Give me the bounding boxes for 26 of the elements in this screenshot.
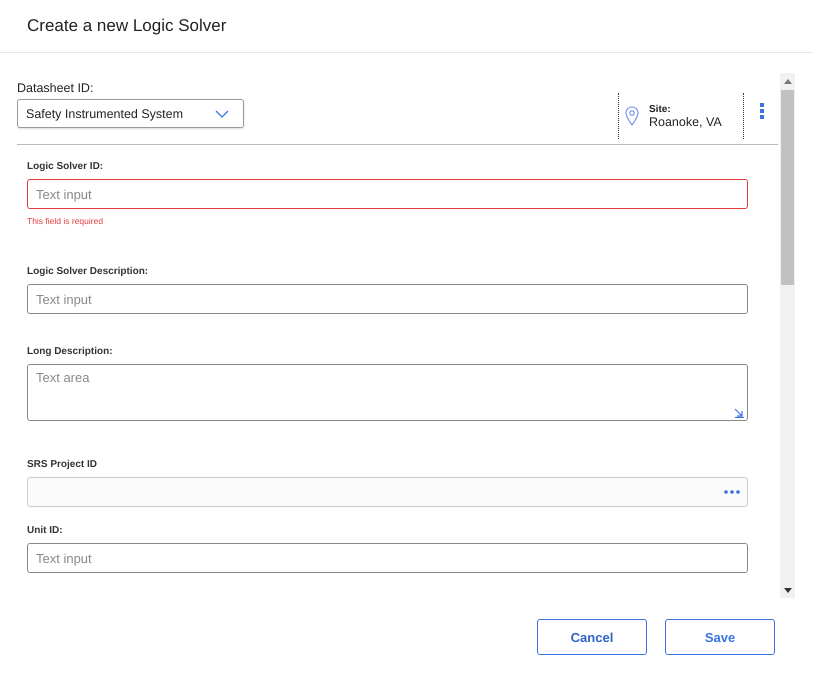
- field-label: Unit ID:: [27, 525, 64, 536]
- site-label: Site:: [649, 104, 672, 114]
- dialog-title: Create a new Logic Solver: [27, 16, 226, 36]
- save-button[interactable]: Save: [665, 619, 775, 655]
- scrollbar[interactable]: [780, 73, 795, 598]
- field-label: Logic Solver ID:: [27, 161, 104, 172]
- text-area-field[interactable]: Text area: [27, 364, 748, 421]
- more-options-icon[interactable]: [760, 103, 764, 119]
- scroll-down-icon: [784, 588, 792, 593]
- location-pin-icon: [625, 106, 639, 126]
- text-input-field[interactable]: Text input: [27, 179, 748, 209]
- field-label: Long Description:: [27, 346, 114, 357]
- ellipsis-icon: [724, 490, 740, 494]
- text-input-field[interactable]: Text input: [27, 543, 748, 573]
- field-label: Logic Solver Description:: [27, 266, 150, 277]
- datasheet-dropdown[interactable]: Safety Instrumented System: [17, 99, 244, 128]
- chevron-down-icon: [215, 110, 229, 118]
- scroll-up-icon: [784, 79, 792, 84]
- cancel-button[interactable]: Cancel: [537, 619, 647, 655]
- field-label: Datasheet ID:: [17, 81, 94, 95]
- text-input-field[interactable]: Text input: [27, 284, 748, 314]
- site-value: Roanoke, VA: [649, 114, 722, 128]
- lookup-field[interactable]: [27, 477, 748, 507]
- resize-icon: [734, 408, 744, 418]
- field-label: SRS Project ID: [27, 459, 98, 470]
- error-message: This field is required: [27, 216, 104, 226]
